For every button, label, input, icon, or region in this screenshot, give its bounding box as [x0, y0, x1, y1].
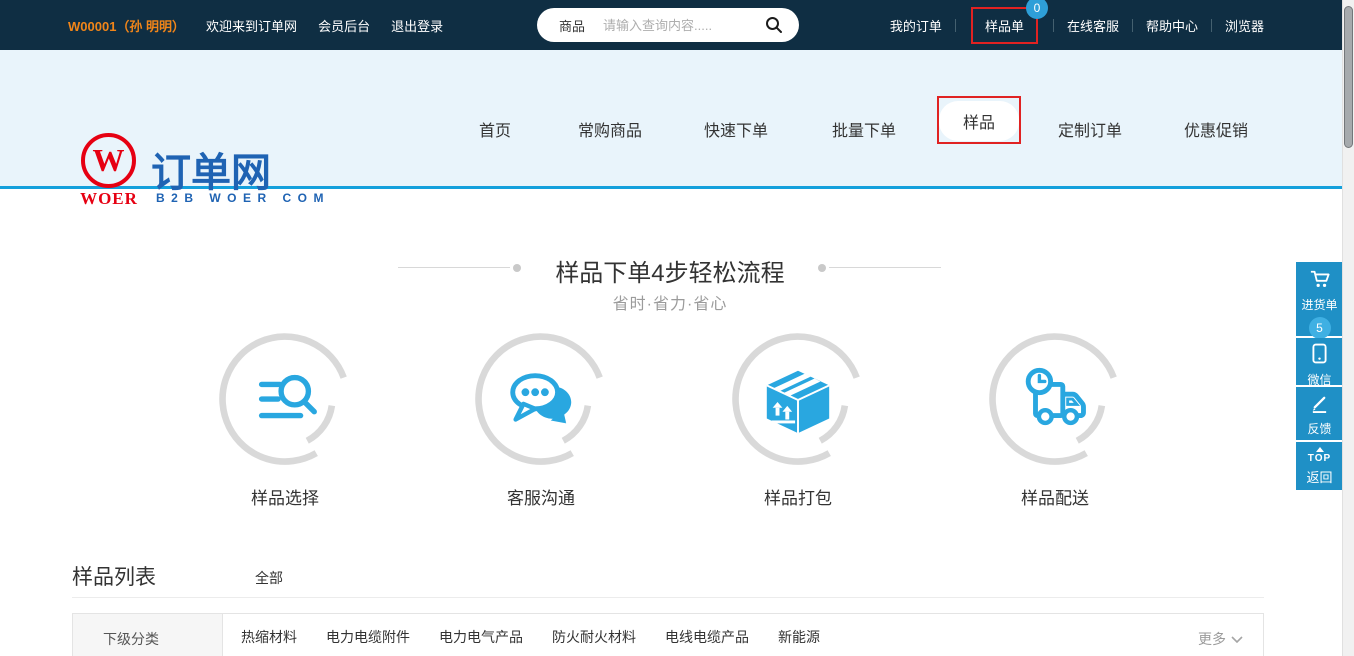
cart-icon	[1309, 269, 1331, 289]
category-power-cable-accessories[interactable]: 电力电缆附件	[326, 627, 410, 647]
pencil-icon	[1310, 394, 1329, 413]
arrow-up-icon	[1316, 447, 1324, 452]
sample-order-label: 样品单	[985, 19, 1024, 34]
back-label: 返回	[1296, 467, 1343, 486]
category-wire-cable-products[interactable]: 电线电缆产品	[665, 627, 749, 647]
category-links: 热缩材料 电力电缆附件 电力电气产品 防火耐火材料 电线电缆产品 新能源	[241, 614, 820, 656]
category-fireproof-materials[interactable]: 防火耐火材料	[552, 627, 636, 647]
sample-list-title: 样品列表	[72, 561, 156, 591]
decorative-line	[829, 267, 941, 268]
nav-frequent-goods[interactable]: 常购商品	[574, 109, 646, 149]
member-center-link[interactable]: 会员后台	[318, 16, 370, 35]
separator	[1132, 19, 1133, 32]
nav-samples[interactable]: 样品	[939, 101, 1019, 141]
process-title: 样品下单4步轻松流程	[0, 253, 1340, 288]
help-center-link[interactable]: 帮助中心	[1146, 16, 1198, 35]
nav-promotions[interactable]: 优惠促销	[1180, 109, 1252, 149]
package-icon	[759, 361, 837, 439]
search-list-icon	[246, 361, 324, 439]
decorative-dot	[513, 264, 521, 272]
step-label: 样品打包	[718, 484, 878, 509]
search-icon[interactable]	[765, 16, 783, 34]
header: W WOER 订单网 B2B WOER COM 首页 常购商品 快速下单 批量下…	[0, 50, 1354, 189]
scrollbar-thumb[interactable]	[1344, 6, 1353, 148]
step-ring	[214, 328, 356, 470]
search-bar: 商品	[537, 8, 799, 42]
top-text: TOP	[1296, 453, 1343, 464]
page: W00001（孙 明明） 欢迎来到订单网 会员后台 退出登录 商品 我的订单 样…	[0, 0, 1354, 656]
category-power-electric-products[interactable]: 电力电气产品	[439, 627, 523, 647]
purchase-list-label: 进货单	[1296, 296, 1343, 313]
separator	[955, 19, 956, 32]
sample-order-link[interactable]: 样品单 0	[971, 7, 1038, 44]
category-row-label: 下级分类	[73, 614, 223, 656]
separator	[1053, 19, 1054, 32]
feedback-button[interactable]: 反馈	[1296, 387, 1343, 440]
step-service-communication[interactable]: 客服沟通	[461, 328, 621, 509]
step-ring	[470, 328, 612, 470]
topbar: W00001（孙 明明） 欢迎来到订单网 会员后台 退出登录 商品 我的订单 样…	[0, 0, 1354, 50]
sample-order-badge: 0	[1026, 0, 1048, 19]
nav-quick-order[interactable]: 快速下单	[700, 109, 772, 149]
browser-link[interactable]: 浏览器	[1225, 16, 1264, 35]
wechat-button[interactable]: 微信	[1296, 338, 1343, 385]
category-new-energy[interactable]: 新能源	[778, 627, 820, 647]
decorative-line	[398, 267, 510, 268]
woer-logo-icon[interactable]: W	[81, 133, 136, 188]
back-to-top-button[interactable]: TOP 返回	[1296, 442, 1343, 490]
step-sample-selection[interactable]: 样品选择	[205, 328, 365, 509]
feedback-label: 反馈	[1296, 420, 1343, 437]
separator	[1211, 19, 1212, 32]
category-heat-shrink[interactable]: 热缩材料	[241, 627, 297, 647]
site-slogan: B2B WOER COM	[156, 191, 330, 205]
wechat-label: 微信	[1296, 371, 1343, 388]
step-label: 样品配送	[975, 484, 1135, 509]
purchase-list-button[interactable]: 进货单 5	[1296, 262, 1343, 336]
search-input[interactable]	[603, 18, 733, 33]
step-label: 样品选择	[205, 484, 365, 509]
step-ring	[984, 328, 1126, 470]
topbar-right-links: 我的订单 样品单 0 在线客服 帮助中心 浏览器	[890, 0, 1264, 50]
purchase-list-badge: 5	[1309, 317, 1331, 339]
my-orders-link[interactable]: 我的订单	[890, 16, 942, 35]
nav-bulk-order[interactable]: 批量下单	[828, 109, 900, 149]
topbar-left: W00001（孙 明明） 欢迎来到订单网 会员后台 退出登录	[68, 0, 443, 50]
nav-custom-order[interactable]: 定制订单	[1054, 109, 1126, 149]
online-service-link[interactable]: 在线客服	[1067, 16, 1119, 35]
step-label: 客服沟通	[461, 484, 621, 509]
step-sample-delivery[interactable]: 样品配送	[975, 328, 1135, 509]
chat-icon	[502, 361, 580, 439]
nav-home[interactable]: 首页	[475, 109, 515, 149]
divider	[72, 597, 1264, 598]
more-button[interactable]: 更多	[1198, 629, 1243, 649]
logout-link[interactable]: 退出登录	[391, 16, 443, 35]
step-sample-packing[interactable]: 样品打包	[718, 328, 878, 509]
process-subtitle: 省时·省力·省心	[0, 290, 1340, 314]
welcome-text: 欢迎来到订单网	[206, 16, 297, 35]
search-category-select[interactable]: 商品	[559, 16, 585, 35]
mobile-phone-icon	[1312, 343, 1327, 364]
category-filter-row: 下级分类 热缩材料 电力电缆附件 电力电气产品 防火耐火材料 电线电缆产品 新能…	[72, 613, 1264, 656]
chevron-down-icon	[1231, 636, 1243, 643]
site-name[interactable]: 订单网	[151, 140, 271, 198]
scrollbar[interactable]	[1342, 0, 1354, 656]
truck-clock-icon	[1016, 361, 1094, 439]
user-id: W00001（孙 明明）	[68, 16, 185, 35]
tab-all[interactable]: 全部	[255, 568, 283, 588]
woer-logo-text: WOER	[73, 189, 145, 209]
step-ring	[727, 328, 869, 470]
decorative-dot	[818, 264, 826, 272]
more-label: 更多	[1198, 629, 1226, 649]
